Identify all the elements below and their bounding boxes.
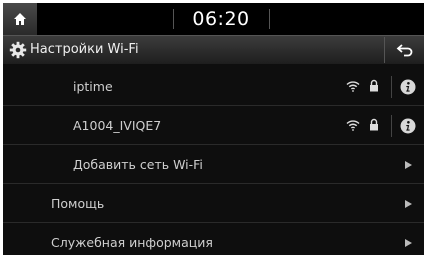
info-button[interactable]	[400, 118, 416, 134]
chevron-right-icon	[405, 239, 412, 247]
help-label: Помощь	[51, 196, 105, 211]
network-item-iptime[interactable]: iptime	[3, 68, 424, 106]
screen: 06:20 Настройки Wi-Fi iptime A1004_IVIQE…	[3, 3, 424, 255]
lock-icon	[370, 118, 378, 131]
gear-icon	[9, 41, 27, 59]
home-button[interactable]	[3, 3, 37, 35]
wifi-signal-icon	[346, 120, 360, 131]
page-title: Настройки Wi-Fi	[30, 42, 139, 57]
lock-icon	[370, 79, 378, 92]
title-bar: Настройки Wi-Fi	[3, 35, 424, 64]
home-icon	[14, 13, 26, 25]
add-network-label: Добавить сеть Wi-Fi	[73, 157, 203, 172]
back-icon	[396, 44, 412, 57]
help-item[interactable]: Помощь	[3, 185, 424, 223]
network-item-a1004[interactable]: A1004_IVIQE7	[3, 107, 424, 145]
status-separator	[173, 9, 174, 29]
chevron-right-icon	[405, 161, 412, 169]
row-divider	[391, 76, 392, 98]
back-button[interactable]	[384, 37, 424, 63]
wifi-signal-icon	[346, 81, 360, 92]
network-ssid: A1004_IVIQE7	[73, 118, 162, 133]
info-button[interactable]	[400, 79, 416, 95]
status-bar: 06:20	[3, 3, 424, 35]
service-info-item[interactable]: Служебная информация	[3, 224, 424, 255]
row-divider	[391, 115, 392, 137]
clock: 06:20	[192, 8, 250, 30]
network-ssid: iptime	[73, 79, 113, 94]
service-info-label: Служебная информация	[51, 235, 213, 250]
chevron-right-icon	[405, 200, 412, 208]
add-wifi-network-item[interactable]: Добавить сеть Wi-Fi	[3, 146, 424, 184]
status-separator	[269, 9, 270, 29]
